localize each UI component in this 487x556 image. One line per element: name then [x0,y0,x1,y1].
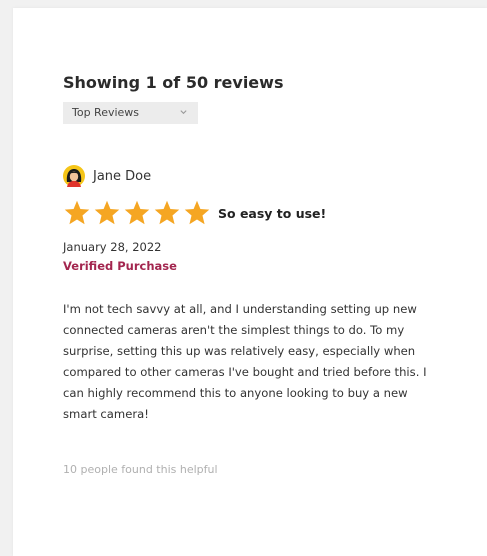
review-title: So easy to use! [218,205,327,221]
chevron-down-icon [180,110,187,115]
review-body: I'm not tech savvy at all, and I underst… [63,302,427,421]
helpful-count: 10 people found this helpful [63,463,218,476]
review-rating-row: So easy to use! [62,199,326,227]
user-avatar-icon [63,165,85,187]
reviewer-info: Jane Doe [63,164,151,188]
sort-dropdown-value: Top Reviews [72,106,140,119]
star-icon [64,200,90,225]
sort-dropdown[interactable]: Top Reviews [63,102,198,124]
star-icon [124,200,150,225]
reviewer-name: Jane Doe [93,168,152,184]
star-icon [94,200,120,225]
reviews-count-heading: Showing 1 of 50 reviews [63,73,284,92]
star-icon [184,200,210,225]
verified-purchase-badge: Verified Purchase [63,259,177,273]
review-date: January 28, 2022 [63,240,162,254]
star-icon [154,200,180,225]
